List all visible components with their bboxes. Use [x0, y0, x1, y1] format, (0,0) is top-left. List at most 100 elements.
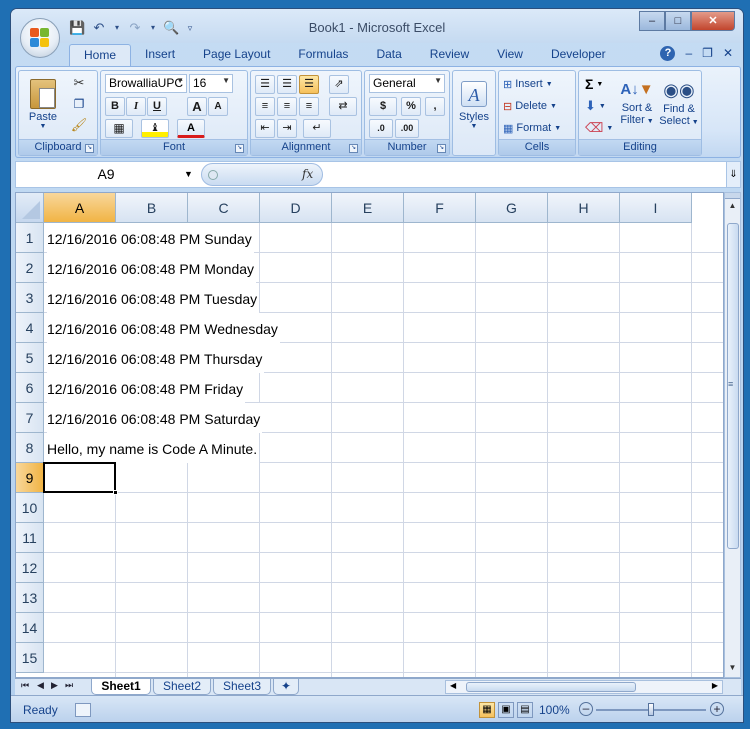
normal-view-icon[interactable]: ▦: [479, 702, 495, 718]
row-header-15[interactable]: 15: [16, 643, 44, 673]
merge-center-icon[interactable]: ⇄: [329, 97, 357, 116]
cell-a8[interactable]: Hello, my name is Code A Minute.: [47, 433, 260, 463]
copy-icon[interactable]: ❐: [69, 95, 89, 113]
dialog-launcher-icon[interactable]: ↘: [235, 144, 244, 153]
row-header-5[interactable]: 5: [16, 343, 44, 373]
active-cell[interactable]: [43, 462, 118, 495]
row-header-9[interactable]: 9: [16, 463, 44, 493]
chevron-down-icon[interactable]: ▼: [184, 162, 193, 187]
prev-sheet-icon[interactable]: ◀: [37, 680, 44, 691]
number-format-select[interactable]: General ▼: [369, 74, 445, 93]
decrease-indent-icon[interactable]: ⇤: [255, 119, 275, 138]
row-header-14[interactable]: 14: [16, 613, 44, 643]
fill-handle[interactable]: [113, 490, 118, 495]
scroll-right-icon[interactable]: ▶: [712, 681, 718, 690]
next-sheet-icon[interactable]: ▶: [51, 680, 58, 691]
column-header-d[interactable]: D: [260, 193, 332, 223]
italic-button[interactable]: I: [126, 97, 146, 116]
autosum-button[interactable]: Σ ▼: [585, 75, 603, 93]
select-all-button[interactable]: [16, 193, 44, 223]
row-header-3[interactable]: 3: [16, 283, 44, 313]
help-icon[interactable]: ?: [660, 46, 676, 61]
bold-button[interactable]: B: [105, 97, 125, 116]
align-right-icon[interactable]: ≡: [299, 97, 319, 116]
increase-indent-icon[interactable]: ⇥: [277, 119, 297, 138]
row-header-11[interactable]: 11: [16, 523, 44, 553]
format-cells-button[interactable]: ▦ Format ▼: [503, 119, 561, 137]
row-header-12[interactable]: 12: [16, 553, 44, 583]
page-layout-view-icon[interactable]: ▣: [498, 702, 514, 718]
grow-font-button[interactable]: A: [187, 97, 207, 116]
dialog-launcher-icon[interactable]: ↘: [437, 144, 446, 153]
cell-a5[interactable]: 12/16/2016 06:08:48 PM Thursday: [47, 343, 265, 373]
font-size-select[interactable]: 16 ▼: [189, 74, 233, 93]
last-sheet-icon[interactable]: ⏭: [65, 680, 73, 691]
tab-formulas[interactable]: Formulas: [284, 44, 362, 66]
tab-view[interactable]: View: [483, 44, 537, 66]
horizontal-scroll-thumb[interactable]: [466, 682, 636, 692]
wrap-text-icon[interactable]: ↵: [303, 119, 331, 138]
name-box[interactable]: A9: [16, 162, 196, 187]
font-color-button[interactable]: A: [177, 119, 205, 138]
close-button[interactable]: ✕: [691, 11, 735, 31]
decrease-decimal-button[interactable]: .00: [395, 119, 419, 138]
zoom-slider-knob[interactable]: [648, 703, 654, 716]
workbook-minimize-icon[interactable]: –: [685, 46, 692, 61]
find-select-button[interactable]: ◉◉ Find & Select ▼: [659, 73, 699, 137]
align-middle-icon[interactable]: ☰: [277, 75, 297, 94]
formula-input[interactable]: [328, 162, 724, 187]
fill-color-icon[interactable]: ♝: [141, 119, 169, 138]
font-name-select[interactable]: BrowalliaUPC ▼: [105, 74, 187, 93]
macro-record-icon[interactable]: [75, 703, 91, 717]
align-center-icon[interactable]: ≡: [277, 97, 297, 116]
workbook-restore-icon[interactable]: ❐: [702, 46, 713, 61]
cell-a4[interactable]: 12/16/2016 06:08:48 PM Wednesday: [47, 313, 280, 343]
zoom-level[interactable]: 100%: [539, 703, 570, 717]
zoom-in-icon[interactable]: +: [710, 702, 724, 716]
sheet-tab-sheet1[interactable]: Sheet1: [91, 679, 151, 695]
office-button[interactable]: [20, 18, 60, 58]
horizontal-scrollbar[interactable]: ◀ ▶: [445, 680, 723, 694]
dialog-launcher-icon[interactable]: ↘: [85, 144, 94, 153]
underline-button[interactable]: U: [147, 97, 167, 116]
split-box[interactable]: [725, 193, 740, 199]
styles-button[interactable]: A Styles ▼: [457, 75, 491, 135]
sort-filter-button[interactable]: A↓▼ Sort & Filter ▼: [617, 73, 657, 137]
column-header-h[interactable]: H: [548, 193, 620, 223]
align-left-icon[interactable]: ≡: [255, 97, 275, 116]
format-painter-icon[interactable]: 🖌: [69, 116, 89, 134]
column-header-g[interactable]: G: [476, 193, 548, 223]
zoom-out-icon[interactable]: –: [579, 702, 593, 716]
cut-icon[interactable]: ✂: [69, 74, 89, 92]
maximize-button[interactable]: □: [665, 11, 691, 31]
tab-insert[interactable]: Insert: [131, 44, 189, 66]
delete-cells-button[interactable]: ⊟ Delete ▼: [503, 97, 557, 115]
insert-sheet-icon[interactable]: ✦: [273, 679, 299, 695]
cell-a6[interactable]: 12/16/2016 06:08:48 PM Friday: [47, 373, 246, 403]
column-header-e[interactable]: E: [332, 193, 404, 223]
paste-button[interactable]: Paste ▼: [23, 75, 63, 133]
row-header-1[interactable]: 1: [16, 223, 44, 253]
currency-button[interactable]: $: [369, 97, 397, 116]
tab-developer[interactable]: Developer: [537, 44, 620, 66]
row-header-7[interactable]: 7: [16, 403, 44, 433]
row-header-4[interactable]: 4: [16, 313, 44, 343]
minimize-button[interactable]: –: [639, 11, 665, 31]
column-header-i[interactable]: I: [620, 193, 692, 223]
page-break-view-icon[interactable]: ▤: [517, 702, 533, 718]
cell-a2[interactable]: 12/16/2016 06:08:48 PM Monday: [47, 253, 257, 283]
percent-button[interactable]: %: [401, 97, 421, 116]
row-header-10[interactable]: 10: [16, 493, 44, 523]
scroll-left-icon[interactable]: ◀: [450, 681, 456, 690]
row-header-2[interactable]: 2: [16, 253, 44, 283]
column-header-b[interactable]: B: [116, 193, 188, 223]
tab-home[interactable]: Home: [69, 44, 132, 66]
zoom-slider[interactable]: [596, 703, 706, 716]
cell-a3[interactable]: 12/16/2016 06:08:48 PM Tuesday: [47, 283, 260, 313]
row-header-13[interactable]: 13: [16, 583, 44, 613]
column-header-f[interactable]: F: [404, 193, 476, 223]
scroll-down-icon[interactable]: ▼: [725, 663, 740, 675]
scroll-up-icon[interactable]: ▲: [725, 201, 740, 213]
sheet-tab-sheet3[interactable]: Sheet3: [213, 679, 271, 695]
dialog-launcher-icon[interactable]: ↘: [349, 144, 358, 153]
